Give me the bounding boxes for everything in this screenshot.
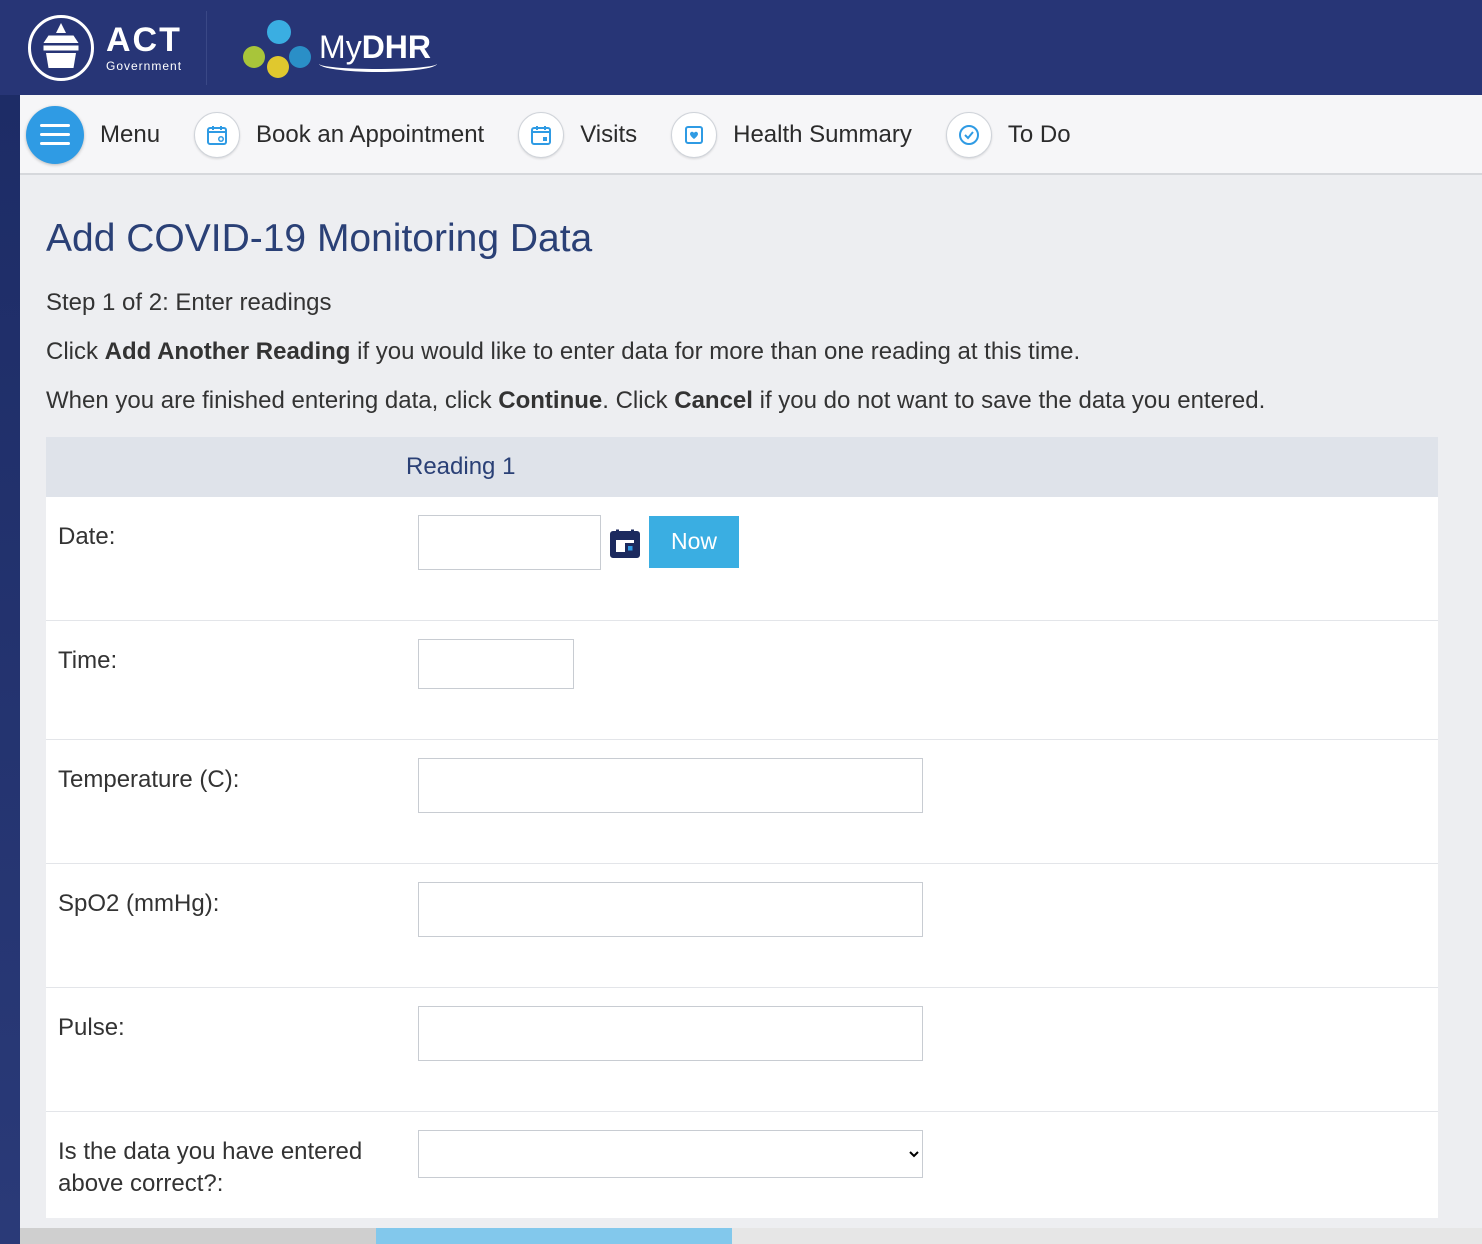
mydhr-logo: MyDHR: [237, 20, 431, 76]
pulse-input[interactable]: [418, 1006, 923, 1061]
calendar-icon: [518, 112, 564, 158]
row-temperature: Temperature (C):: [46, 740, 1438, 864]
hamburger-icon: [26, 106, 84, 164]
act-crest-icon: [28, 15, 94, 81]
time-input[interactable]: [418, 639, 574, 689]
step-indicator: Step 1 of 2: Enter readings: [46, 289, 1456, 317]
row-time: Time:: [46, 621, 1438, 740]
todo-button[interactable]: To Do: [946, 112, 1071, 158]
mydhr-balls-icon: [237, 20, 307, 76]
instruction-2: When you are finished entering data, cli…: [46, 384, 1456, 419]
time-label: Time:: [58, 639, 406, 689]
row-spo2: SpO2 (mmHg):: [46, 864, 1438, 988]
main-toolbar: Menu Book an Appointment Visits Health S…: [20, 95, 1482, 175]
row-confirm: Is the data you have entered above corre…: [46, 1112, 1438, 1219]
calendar-picker-icon[interactable]: [607, 525, 643, 561]
row-pulse: Pulse:: [46, 988, 1438, 1112]
confirm-select[interactable]: [418, 1130, 923, 1178]
reading-header: Reading 1: [394, 453, 515, 481]
act-government-logo: ACT Government: [28, 15, 182, 81]
date-input[interactable]: [418, 515, 601, 570]
horizontal-scrollbar[interactable]: [20, 1228, 1482, 1244]
health-label: Health Summary: [733, 121, 912, 149]
menu-label: Menu: [100, 121, 160, 149]
readings-table: Reading 1 Date: Now Time: Temperature (C…: [46, 437, 1438, 1219]
pulse-label: Pulse:: [58, 1006, 406, 1061]
left-gradient-strip: [0, 95, 20, 1244]
temperature-label: Temperature (C):: [58, 758, 406, 813]
app-header: ACT Government MyDHR: [0, 0, 1482, 95]
header-divider: [206, 11, 207, 85]
heart-icon: [671, 112, 717, 158]
now-button[interactable]: Now: [649, 516, 739, 568]
date-label: Date:: [58, 515, 406, 570]
row-date: Date: Now: [46, 497, 1438, 621]
health-summary-button[interactable]: Health Summary: [671, 112, 912, 158]
mydhr-bold: DHR: [362, 29, 431, 65]
spo2-input[interactable]: [418, 882, 923, 937]
mydhr-text: MyDHR: [319, 29, 431, 66]
page-title: Add COVID-19 Monitoring Data: [46, 217, 1456, 261]
act-text: ACT Government: [106, 23, 182, 73]
temperature-input[interactable]: [418, 758, 923, 813]
act-sublabel: Government: [106, 59, 182, 73]
book-label: Book an Appointment: [256, 121, 484, 149]
visits-label: Visits: [580, 121, 637, 149]
todo-label: To Do: [1008, 121, 1071, 149]
table-header-row: Reading 1: [46, 437, 1438, 497]
mydhr-prefix: My: [319, 29, 362, 65]
clock-check-icon: [946, 112, 992, 158]
calendar-plus-icon: [194, 112, 240, 158]
page-content: Add COVID-19 Monitoring Data Step 1 of 2…: [20, 175, 1482, 1228]
book-appointment-button[interactable]: Book an Appointment: [194, 112, 484, 158]
confirm-label: Is the data you have entered above corre…: [58, 1130, 406, 1201]
menu-button[interactable]: Menu: [26, 106, 160, 164]
instruction-1: Click Add Another Reading if you would l…: [46, 335, 1456, 370]
act-label: ACT: [106, 23, 182, 57]
visits-button[interactable]: Visits: [518, 112, 637, 158]
spo2-label: SpO2 (mmHg):: [58, 882, 406, 937]
